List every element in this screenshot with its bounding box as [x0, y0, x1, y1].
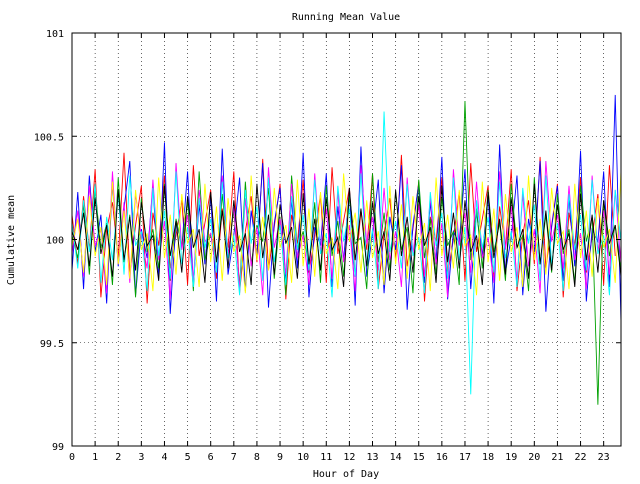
x-tick-label: 9 [277, 452, 283, 463]
x-tick-label: 10 [297, 452, 309, 463]
x-tick-label: 4 [161, 452, 167, 463]
x-tick-label: 12 [343, 452, 355, 463]
chart: 0 1 2 3 4 5 6 7 8 9 10 11 12 13 14 15 16 17 18 19 20 21 22 23 9… [0, 0, 640, 480]
x-tick-label: 1 [92, 452, 98, 463]
x-tick-label: 18 [482, 452, 494, 463]
y-axis-label: Cumulative mean [6, 195, 17, 285]
y-tick-label: 99.5 [40, 339, 64, 350]
x-tick-label: 19 [505, 452, 517, 463]
x-tick-label: 21 [551, 452, 563, 463]
x-tick-label: 5 [185, 452, 191, 463]
x-tick-label: 14 [390, 452, 402, 463]
chart-svg: 0 1 2 3 4 5 6 7 8 9 10 11 12 13 14 15 16 17 18 19 20 21 22 23 9… [0, 0, 640, 480]
x-tick-label: 2 [115, 452, 121, 463]
y-tick-label: 101 [46, 29, 64, 40]
x-tick-label: 11 [320, 452, 332, 463]
x-tick-label: 6 [208, 452, 214, 463]
x-tick-label: 23 [598, 452, 610, 463]
x-tick-label: 15 [413, 452, 425, 463]
x-tick-label: 16 [436, 452, 448, 463]
y-tick-label: 100.5 [34, 132, 64, 143]
x-tick-label: 22 [575, 452, 587, 463]
x-tick-label: 0 [69, 452, 75, 463]
x-tick-label: 13 [366, 452, 378, 463]
x-tick-label: 3 [138, 452, 144, 463]
x-tick-label: 17 [459, 452, 471, 463]
x-axis-label: Hour of Day [313, 469, 379, 480]
x-tick-label: 8 [254, 452, 260, 463]
x-tick-label: 20 [528, 452, 540, 463]
y-tick-label: 100 [46, 236, 64, 247]
x-tick-label: 7 [231, 452, 237, 463]
y-tick-label: 99 [52, 442, 64, 453]
chart-title: Running Mean Value [292, 12, 400, 23]
